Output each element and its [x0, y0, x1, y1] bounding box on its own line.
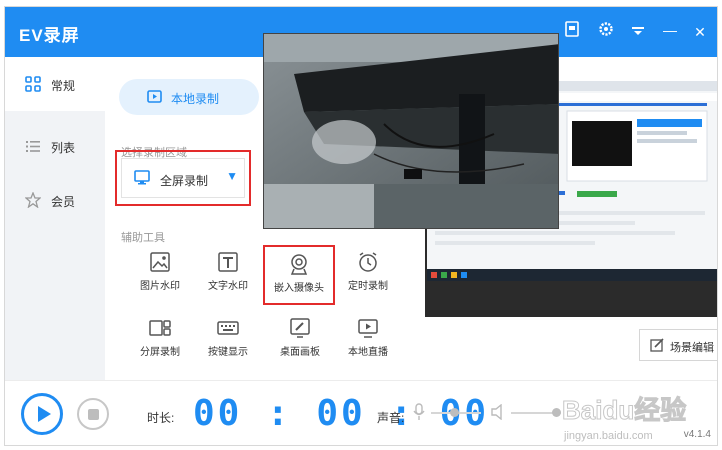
tool-label: 嵌入摄像头 [274, 283, 324, 294]
grid-icon [25, 76, 41, 92]
close-icon[interactable]: ✕ [689, 21, 711, 43]
tool-label: 本地直播 [348, 347, 388, 358]
duration-timer: 00 : 00 : 00 [193, 393, 490, 434]
stop-button[interactable] [77, 398, 109, 430]
sidebar-item-label: 常规 [51, 79, 76, 93]
file-icon[interactable] [561, 21, 583, 43]
play-button[interactable] [21, 393, 63, 435]
tool-scheduled-recording[interactable]: 定时录制 [337, 251, 399, 307]
alarm-icon [359, 252, 377, 272]
scene-edit-label: 场景编辑 [670, 342, 714, 354]
webcam-icon [290, 254, 308, 275]
tool-label: 文字水印 [208, 281, 248, 292]
tab-label: 本地录制 [171, 92, 220, 106]
sidebar-item-general[interactable]: 常规 [5, 57, 105, 111]
volume-label: 声音: [377, 411, 405, 425]
video-icon [147, 90, 162, 103]
list-icon [26, 141, 40, 152]
split-screen-icon [149, 320, 171, 336]
keyboard-icon [217, 321, 239, 335]
minimize-icon[interactable]: — [659, 19, 681, 41]
tool-split-screen[interactable]: 分屏录制 [129, 317, 191, 373]
tool-label: 图片水印 [140, 281, 180, 292]
duration-label: 时长: [147, 411, 175, 425]
chevron-down-icon: ▼ [226, 169, 238, 183]
svg-text:Baidu经验: Baidu经验 [562, 395, 686, 425]
tool-label: 桌面画板 [280, 347, 320, 358]
tools-section-label: 辅助工具 [121, 232, 165, 244]
baidu-watermark-logo: Baidu经验 jingyan.baidu.com [562, 395, 687, 443]
live-icon [358, 319, 378, 338]
sidebar-item-member[interactable]: 会员 [5, 173, 105, 227]
tab-local-recording[interactable]: 本地录制 [119, 79, 259, 115]
tool-local-live[interactable]: 本地直播 [337, 317, 399, 373]
svg-text:jingyan.baidu.com: jingyan.baidu.com [563, 430, 653, 442]
tool-label: 分屏录制 [140, 347, 180, 358]
stop-icon [88, 409, 99, 420]
webcam-overlay [263, 33, 559, 229]
sidebar-item-list[interactable]: 列表 [5, 119, 105, 173]
star-icon [25, 192, 41, 208]
menu-icon[interactable] [627, 21, 649, 43]
sidebar: 常规 列表 会员 [5, 57, 105, 380]
app-window: EV录屏 — ✕ 常规 列表 会员 本地录制 选择录制区域 全屏录制 ▼ 辅助工… [4, 6, 718, 446]
region-select-value: 全屏录制 [160, 174, 209, 188]
gear-icon[interactable] [595, 21, 617, 43]
scene-edit-button[interactable]: 场景编辑 [639, 329, 717, 361]
edit-icon [650, 338, 664, 352]
tool-embed-webcam[interactable]: 嵌入摄像头 [263, 245, 335, 305]
tool-label: 按键显示 [208, 347, 248, 358]
monitor-icon [134, 170, 150, 185]
tool-key-display[interactable]: 按键显示 [197, 317, 259, 373]
region-select[interactable]: 全屏录制 ▼ [121, 158, 245, 198]
app-title: EV录屏 [19, 26, 80, 45]
region-highlight-box: 全屏录制 ▼ [115, 150, 251, 206]
tool-image-watermark[interactable]: 图片水印 [129, 251, 191, 307]
text-icon [218, 252, 238, 272]
play-icon [38, 406, 51, 422]
tool-text-watermark[interactable]: 文字水印 [197, 251, 259, 307]
sidebar-item-label: 列表 [51, 141, 76, 155]
tool-desktop-board[interactable]: 桌面画板 [269, 317, 331, 373]
tool-label: 定时录制 [348, 281, 388, 292]
image-icon [150, 252, 170, 272]
sidebar-item-label: 会员 [51, 195, 76, 209]
speaker-icon[interactable] [491, 404, 505, 420]
microphone-icon[interactable] [413, 403, 425, 421]
pen-board-icon [290, 318, 310, 338]
webcam-video-frame [264, 34, 558, 228]
mic-volume-handle[interactable] [449, 408, 459, 417]
